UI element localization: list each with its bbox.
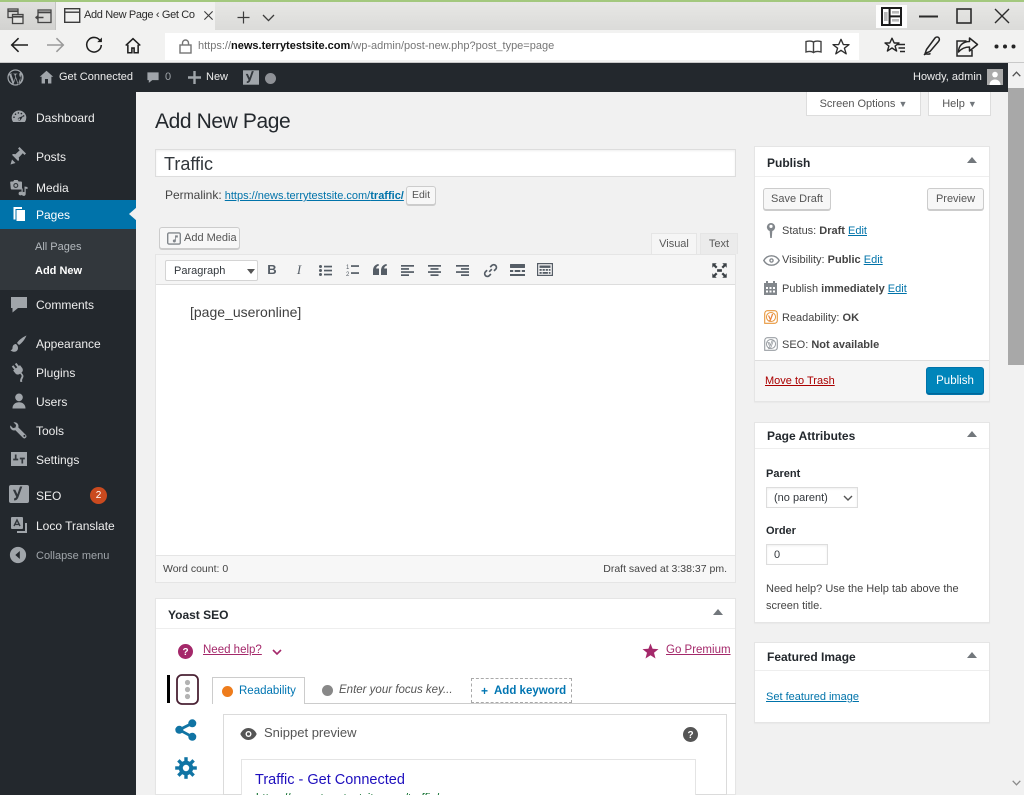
svg-text:2: 2 — [346, 272, 350, 276]
svg-text:?: ? — [687, 730, 693, 741]
svg-text:1: 1 — [346, 265, 350, 271]
svg-text:?: ? — [182, 647, 188, 658]
